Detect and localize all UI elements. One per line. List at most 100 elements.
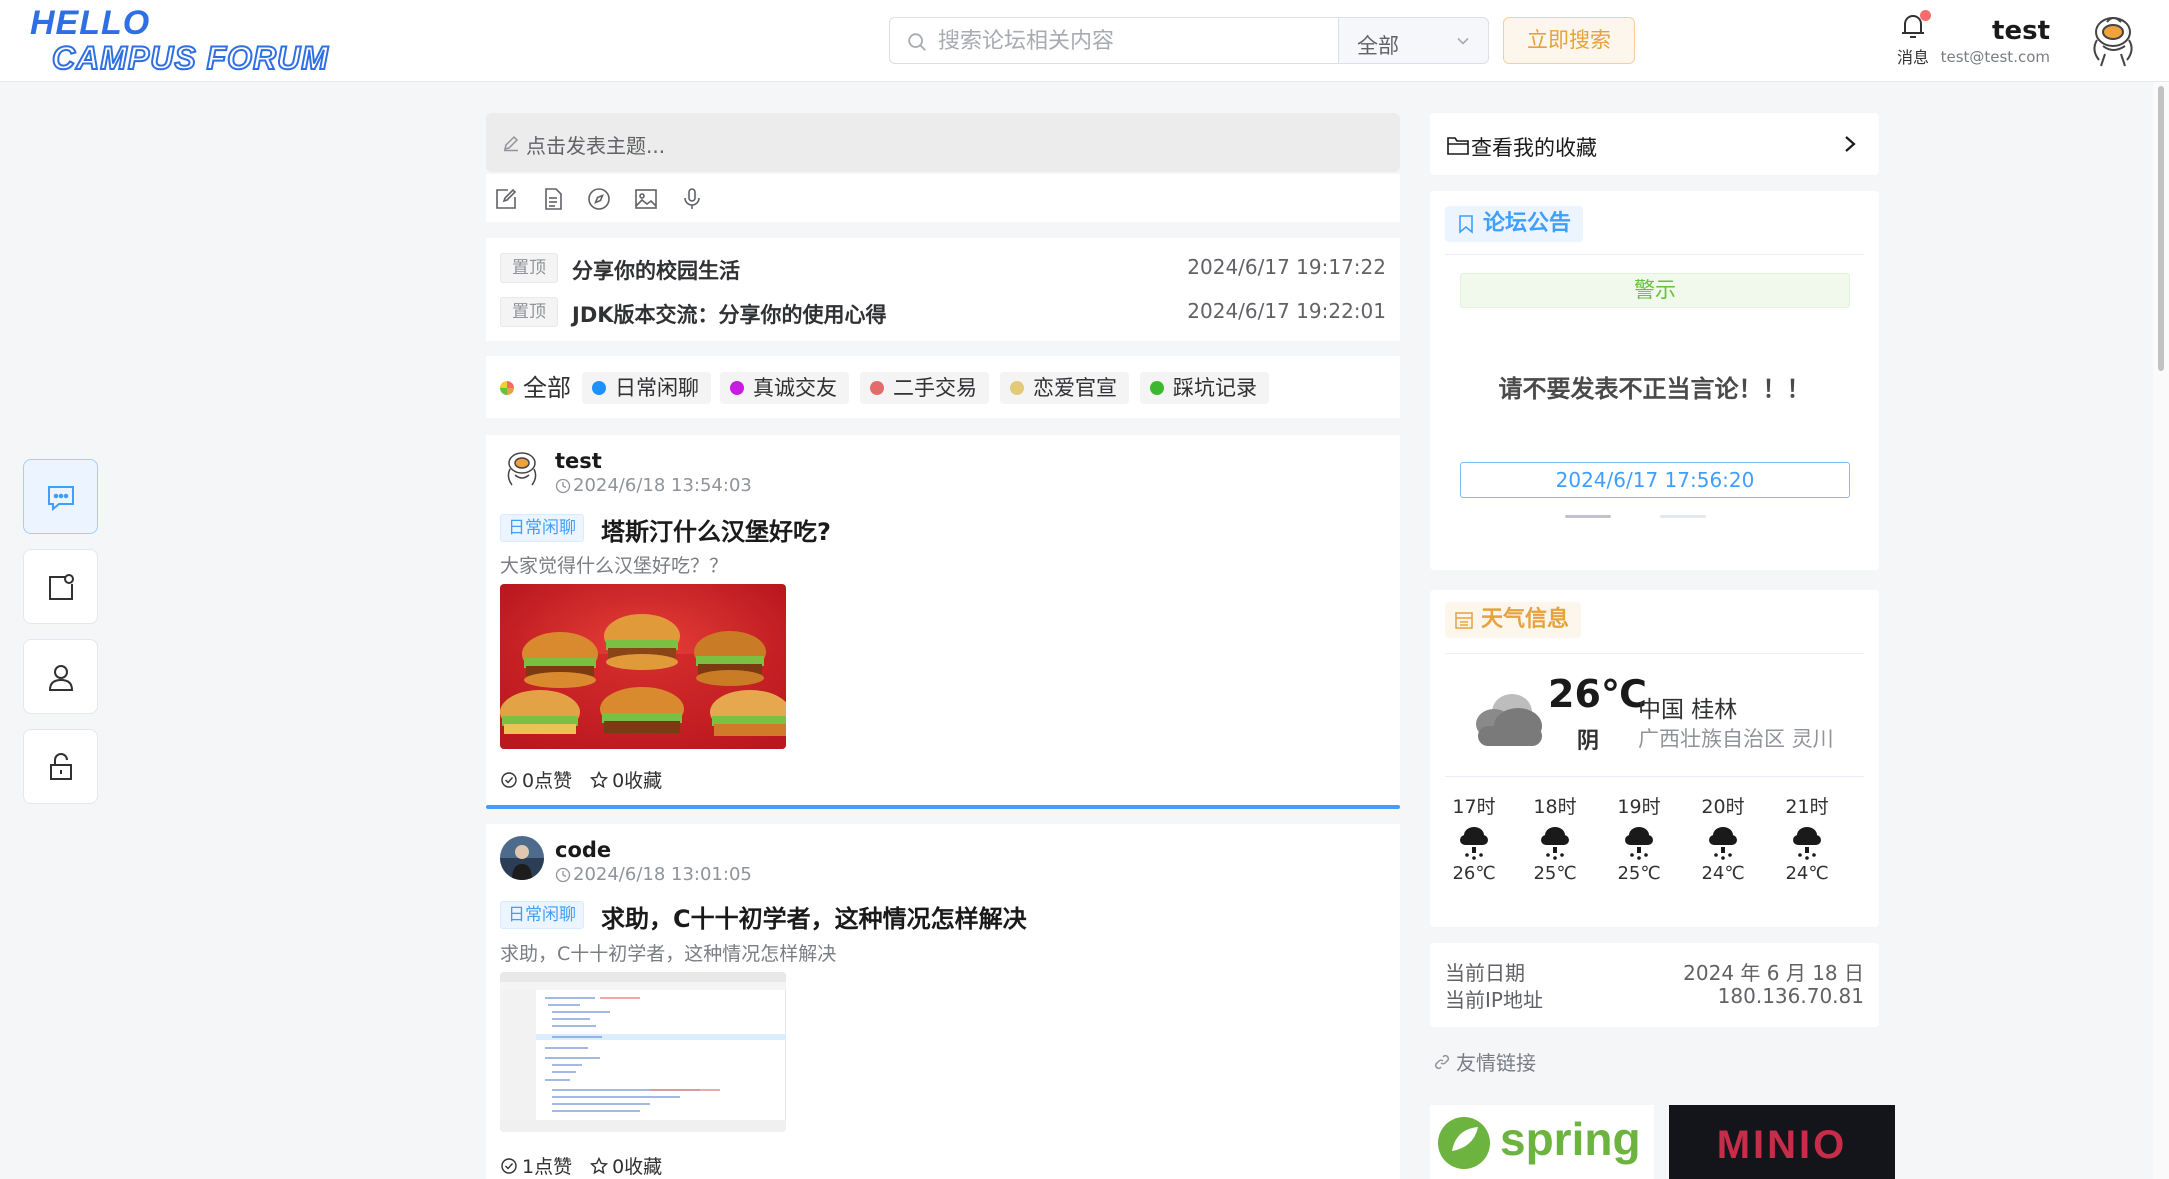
- scrollbar-thumb[interactable]: [2158, 86, 2164, 371]
- announcement-heading-text: 论坛公告: [1483, 211, 1572, 236]
- current-temperature: 26℃: [1548, 672, 1647, 716]
- post-author[interactable]: code: [555, 838, 611, 862]
- image-icon[interactable]: [634, 187, 658, 211]
- messages-button[interactable]: 消息: [1893, 10, 1933, 70]
- logo-line-1: HELLO: [30, 4, 151, 42]
- unlock-icon: [49, 752, 72, 780]
- search-field[interactable]: [889, 17, 1339, 64]
- star-icon[interactable]: [590, 1156, 609, 1175]
- category-dot-icon: [1010, 381, 1024, 395]
- post-author[interactable]: test: [555, 449, 602, 473]
- nav-posts-button[interactable]: [23, 549, 98, 624]
- calendar-icon: [1455, 612, 1473, 629]
- divider: [1445, 254, 1864, 255]
- post-title[interactable]: 塔斯汀什么汉堡好吃?: [601, 512, 831, 547]
- pinned-title[interactable]: JDK版本交流：分享你的使用心得: [572, 299, 887, 329]
- minio-logo-link[interactable]: MINIO: [1669, 1105, 1895, 1179]
- category-romance[interactable]: 恋爱官宣: [1000, 372, 1129, 404]
- rain-cloud-icon: [1541, 827, 1569, 860]
- forecast-temp: 24℃: [1785, 863, 1829, 884]
- pinned-topic[interactable]: 置顶 分享你的校园生活 2024/6/17 19:17:22: [500, 253, 1386, 283]
- like-icon[interactable]: [500, 771, 518, 789]
- post-summary: 大家觉得什么汉堡好吃？？: [500, 555, 729, 577]
- search-button[interactable]: 立即搜索: [1503, 17, 1635, 64]
- site-logo[interactable]: HELLO CAMPUS FORUM: [30, 4, 329, 75]
- forecast-temp: 24℃: [1701, 863, 1745, 884]
- category-label: 真诚交友: [753, 376, 837, 400]
- nav-profile-button[interactable]: [23, 639, 98, 714]
- category-dot-icon: [730, 381, 744, 395]
- post-image-burgers[interactable]: [500, 584, 786, 749]
- star-icon[interactable]: [590, 770, 609, 789]
- post-title[interactable]: 求助，C十十初学者，这种情况怎样解决: [601, 899, 1027, 934]
- author-avatar[interactable]: [500, 447, 544, 491]
- chevron-right-icon: [1845, 136, 1856, 152]
- weather-condition: 阴: [1577, 729, 1600, 754]
- post-category-tag[interactable]: 日常闲聊: [500, 901, 584, 929]
- post-stats: 1点赞 0收藏: [500, 1152, 662, 1179]
- search-input[interactable]: [938, 24, 1318, 58]
- divider: [1445, 776, 1864, 777]
- search-icon: [908, 33, 926, 51]
- page-scrollbar[interactable]: [2153, 82, 2169, 1179]
- like-icon[interactable]: [500, 1157, 518, 1175]
- search-scope-value: 全部: [1357, 34, 1399, 58]
- post-card[interactable]: test 2024/6/18 13:54:03 日常闲聊 塔斯汀什么汉堡好吃? …: [486, 435, 1400, 809]
- edit-box-icon: [48, 573, 74, 600]
- edit-icon[interactable]: [494, 187, 518, 211]
- category-trade[interactable]: 二手交易: [860, 372, 989, 404]
- user-avatar[interactable]: [2085, 10, 2143, 70]
- user-icon: [48, 664, 73, 691]
- category-pitfalls[interactable]: 踩坑记录: [1140, 372, 1269, 404]
- search-scope-select[interactable]: 全部: [1338, 17, 1489, 64]
- microphone-icon[interactable]: [680, 187, 704, 211]
- rain-cloud-icon: [1793, 827, 1821, 860]
- current-date-value: 2024 年 6 月 18 日: [1683, 961, 1864, 985]
- compass-icon[interactable]: [587, 187, 611, 211]
- hourly-forecast-item: 21时 24℃: [1777, 792, 1837, 884]
- carousel-indicator[interactable]: [1660, 515, 1706, 518]
- ip-address-label: 当前IP地址: [1445, 988, 1543, 1012]
- ip-address-row: 当前IP地址 180.136.70.81: [1445, 984, 1864, 1013]
- category-all[interactable]: 全部: [500, 372, 571, 404]
- weather-heading-text: 天气信息: [1481, 607, 1570, 632]
- post-time: 2024/6/18 13:54:03: [555, 475, 752, 496]
- current-date-label: 当前日期: [1445, 961, 1525, 985]
- category-dot-icon: [870, 381, 884, 395]
- nav-security-button[interactable]: [23, 729, 98, 804]
- spring-logo-link[interactable]: spring: [1430, 1105, 1654, 1179]
- rain-cloud-icon: [1709, 827, 1737, 860]
- bookmark-icon: [1459, 215, 1473, 234]
- divider: [1445, 653, 1864, 654]
- post-favorites: 0收藏: [612, 1156, 663, 1178]
- chevron-down-icon: [1457, 37, 1469, 45]
- category-friends[interactable]: 真诚交友: [720, 372, 849, 404]
- pinned-tag: 置顶: [500, 297, 558, 327]
- link-icon: [1434, 1054, 1450, 1069]
- post-time-text: 2024/6/18 13:01:05: [573, 864, 752, 885]
- minio-logo: MINIO: [1717, 1123, 1848, 1167]
- pinned-tag: 置顶: [500, 253, 558, 283]
- ip-address-value: 180.136.70.81: [1717, 984, 1864, 1008]
- forecast-hour: 18时: [1533, 796, 1577, 818]
- forecast-temp: 26℃: [1452, 863, 1496, 884]
- post-hover-underline: [486, 805, 1400, 809]
- forecast-temp: 25℃: [1617, 863, 1661, 884]
- forecast-hour: 21时: [1785, 796, 1829, 818]
- pinned-title[interactable]: 分享你的校园生活: [572, 255, 740, 285]
- my-favorites-link[interactable]: 查看我的收藏: [1430, 113, 1879, 175]
- composer-placeholder: 点击发表主题...: [526, 134, 666, 158]
- carousel-indicator-active[interactable]: [1565, 515, 1611, 518]
- nav-forum-button[interactable]: [23, 459, 98, 534]
- post-card[interactable]: code 2024/6/18 13:01:05 日常闲聊 求助，C十十初学者，这…: [486, 824, 1400, 1179]
- new-topic-composer[interactable]: 点击发表主题...: [486, 113, 1400, 172]
- author-avatar[interactable]: [500, 836, 544, 880]
- post-category-tag[interactable]: 日常闲聊: [500, 514, 584, 542]
- pinned-topic[interactable]: 置顶 JDK版本交流：分享你的使用心得 2024/6/17 19:22:01: [500, 297, 1386, 327]
- hourly-forecast-item: 19时 25℃: [1609, 792, 1669, 884]
- post-image-code-screenshot[interactable]: [500, 972, 786, 1132]
- cloudy-weather-icon: [1476, 694, 1542, 746]
- document-icon[interactable]: [541, 187, 565, 211]
- category-daily-chat[interactable]: 日常闲聊: [582, 372, 711, 404]
- forecast-hour: 20时: [1701, 796, 1745, 818]
